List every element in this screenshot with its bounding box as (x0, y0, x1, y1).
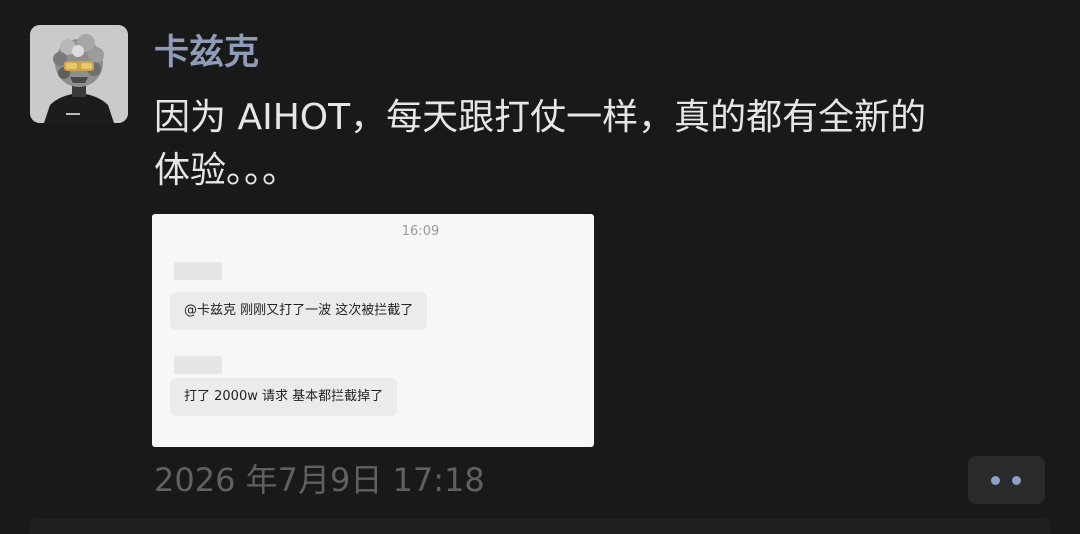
comment-area-edge (30, 518, 1050, 534)
blurred-sender-name (174, 262, 222, 280)
avatar[interactable] (30, 25, 128, 123)
chat-bubble: 打了 2000w 请求 基本都拦截掉了 (170, 378, 398, 416)
message-line: 因为 AIHOT，每天跟打仗一样，真的都有全新的 (154, 97, 927, 138)
username[interactable]: 卡兹克 (154, 28, 259, 78)
message-line: 体验。。。 (154, 150, 299, 191)
post-timestamp: 2026 年7月9日 17:18 (154, 461, 485, 499)
more-dots-icon (991, 476, 1000, 485)
avatar-image (30, 25, 128, 123)
chat-bubble: @卡兹克 刚刚又打了一波 这次被拦截了 (170, 292, 428, 330)
more-dots-icon (1012, 476, 1021, 485)
chat-time: 16:09 (401, 224, 440, 239)
post-message: 因为 AIHOT，每天跟打仗一样，真的都有全新的 体验。。。 (154, 91, 1044, 197)
more-button[interactable] (968, 456, 1045, 504)
moment-post: 卡兹克 因为 AIHOT，每天跟打仗一样，真的都有全新的 体验。。。 16:09… (0, 0, 1080, 534)
attached-screenshot[interactable]: 16:09 @卡兹克 刚刚又打了一波 这次被拦截了 打了 2000w 请求 基本… (152, 214, 594, 447)
blurred-sender-name (174, 356, 222, 374)
